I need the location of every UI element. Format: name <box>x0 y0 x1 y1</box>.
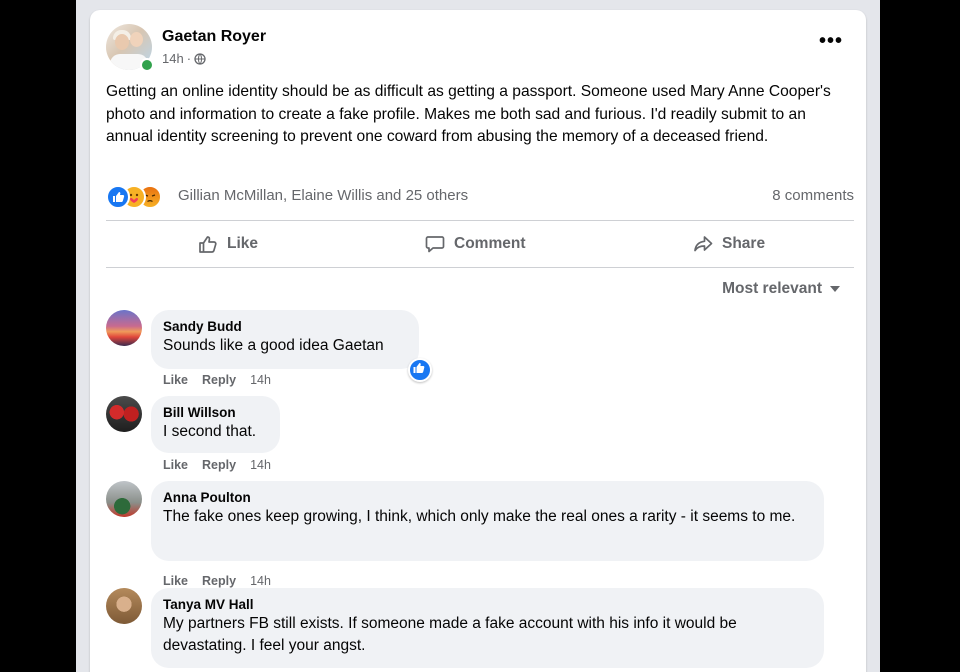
reactions-summary[interactable]: Gillian McMillan, Elaine Willis and 25 o… <box>178 187 468 204</box>
like-reaction-icon[interactable] <box>408 358 432 382</box>
comment-button-label: Comment <box>454 235 526 252</box>
comment-bubble: Anna Poulton The fake ones keep growing,… <box>151 481 824 561</box>
screenshot-frame: Gaetan Royer 14h · ••• Getting an online… <box>76 0 880 672</box>
comment-icon <box>425 236 445 253</box>
avatar-face-2 <box>130 32 143 47</box>
comment-like-button[interactable]: Like <box>163 458 188 472</box>
commenter-avatar[interactable] <box>106 396 142 432</box>
share-button[interactable]: Share <box>692 221 765 267</box>
post-author[interactable]: Gaetan Royer <box>162 28 266 46</box>
comment-reply-button[interactable]: Reply <box>202 373 236 387</box>
comment-text: The fake ones keep growing, I think, whi… <box>163 508 796 525</box>
globe-icon <box>194 52 206 65</box>
online-status-icon <box>140 58 154 72</box>
share-button-label: Share <box>722 235 766 252</box>
commenter-name[interactable]: Anna Poulton <box>163 489 812 506</box>
comment-actions: Like Reply 14h <box>163 458 271 472</box>
comment-reply-button[interactable]: Reply <box>202 458 236 472</box>
comment-like-button[interactable]: Like <box>163 574 188 588</box>
comment-text: My partners FB still exists. If someone … <box>163 615 737 654</box>
like-button[interactable]: Like <box>197 221 258 267</box>
commenter-name[interactable]: Bill Willson <box>163 404 268 421</box>
post-card: Gaetan Royer 14h · ••• Getting an online… <box>90 10 866 672</box>
comment-text: Sounds like a good idea Gaetan <box>163 337 384 354</box>
commenter-name[interactable]: Tanya MV Hall <box>163 596 812 613</box>
avatar-face-1 <box>115 34 129 50</box>
divider <box>106 267 854 268</box>
thumbs-up-icon <box>199 236 217 253</box>
commenter-avatar[interactable] <box>106 310 142 346</box>
comment-bubble: Sandy Budd Sounds like a good idea Gaeta… <box>151 310 419 369</box>
comment-bubble: Tanya MV Hall My partners FB still exist… <box>151 588 824 668</box>
like-button-label: Like <box>227 235 259 252</box>
comment-time[interactable]: 14h <box>250 458 271 472</box>
meta-separator: · <box>186 51 192 66</box>
post-text: Getting an online identity should be as … <box>106 83 831 145</box>
reaction-icons[interactable] <box>106 185 172 209</box>
comment-text: I second that. <box>163 423 257 440</box>
like-reaction-icon <box>106 185 130 209</box>
comment-sort-dropdown[interactable]: Most relevant <box>722 280 840 298</box>
comment-count[interactable]: 8 comments <box>772 187 854 204</box>
comment-bubble: Bill Willson I second that. <box>151 396 280 453</box>
comment-button[interactable]: Comment <box>424 221 525 267</box>
commenter-avatar[interactable] <box>106 588 142 624</box>
post-header: Gaetan Royer 14h · ••• <box>106 24 850 74</box>
more-options-button[interactable]: ••• <box>816 31 846 56</box>
commenter-avatar[interactable] <box>106 481 142 517</box>
post-meta: 14h · <box>162 51 206 66</box>
post-time[interactable]: 14h <box>162 51 184 66</box>
post-actions: Like Comment Share <box>106 221 854 267</box>
commenter-name[interactable]: Sandy Budd <box>163 318 407 335</box>
share-icon <box>694 236 713 252</box>
reactions-row: Gillian McMillan, Elaine Willis and 25 o… <box>106 184 854 209</box>
comment-like-button[interactable]: Like <box>163 373 188 387</box>
comment-actions: Like Reply 14h <box>163 574 271 588</box>
caret-down-icon <box>830 286 840 292</box>
comment-reply-button[interactable]: Reply <box>202 574 236 588</box>
comment-actions: Like Reply 14h <box>163 373 271 387</box>
sort-label: Most relevant <box>722 280 822 297</box>
comment-time[interactable]: 14h <box>250 574 271 588</box>
comment-time[interactable]: 14h <box>250 373 271 387</box>
